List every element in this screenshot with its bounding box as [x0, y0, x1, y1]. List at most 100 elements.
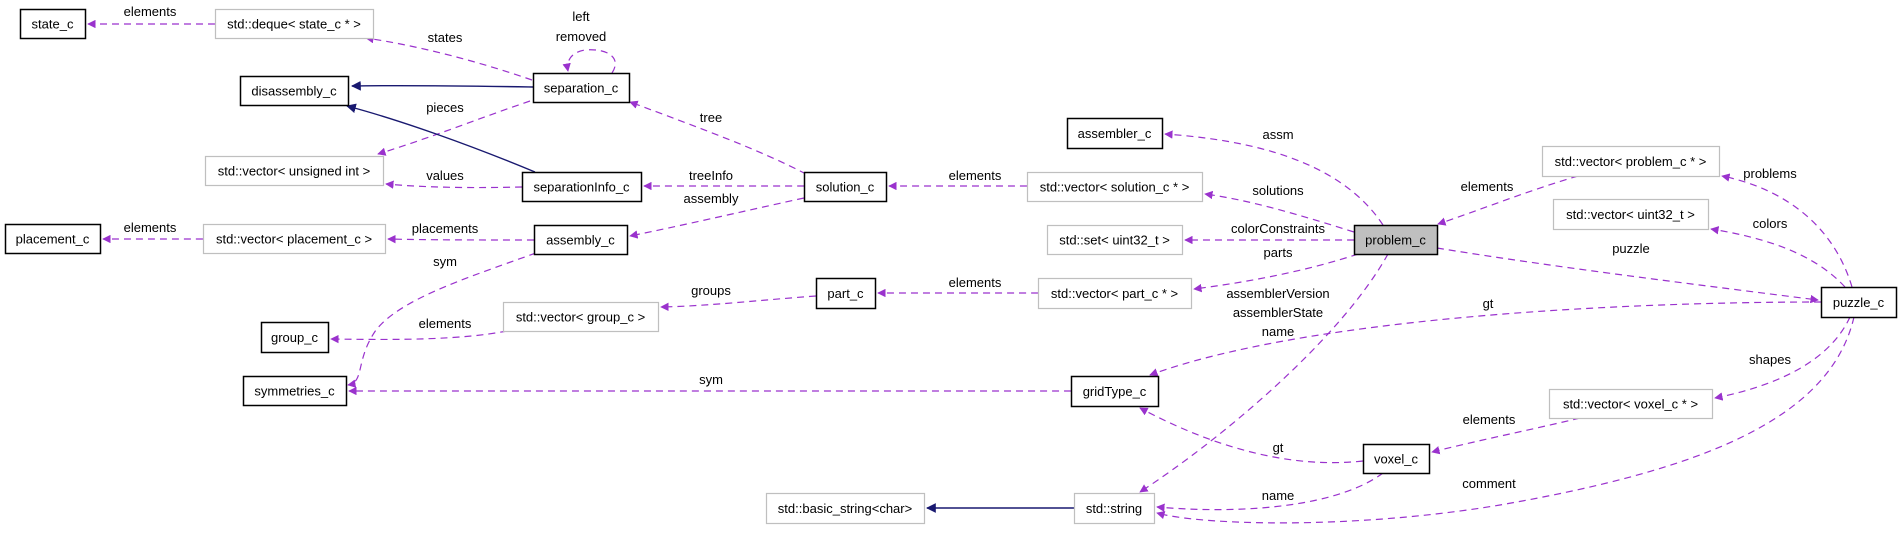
node-label: symmetries_c	[254, 384, 335, 399]
node-label: std::string	[1086, 501, 1142, 516]
nodes-layer: state_c std::deque< state_c * >disassembl…	[4, 8, 1898, 525]
edge-label: name	[1262, 488, 1295, 503]
edge-label: placements	[412, 221, 479, 236]
node-label: std::vector< voxel_c * >	[1563, 397, 1698, 412]
edge-label: elements	[124, 220, 177, 235]
edge-label: comment	[1462, 476, 1516, 491]
node-deque-state[interactable]: std::deque< state_c * >	[214, 8, 375, 40]
edge-label: colorConstraints	[1231, 221, 1325, 236]
edge-label: removed	[556, 29, 607, 44]
node-label: part_c	[827, 286, 864, 301]
edge-label: sym	[433, 254, 457, 269]
edge-label: tree	[700, 110, 722, 125]
node-voxel-c[interactable]: voxel_c	[1362, 443, 1431, 475]
node-label: state_c	[32, 17, 74, 32]
node-vec-group[interactable]: std::vector< group_c >	[502, 301, 660, 333]
node-vec-uint32[interactable]: std::vector< uint32_t >	[1552, 198, 1710, 231]
edge-label: assemblerVersion	[1226, 286, 1329, 301]
edges-layer	[87, 19, 1855, 524]
node-label: std::deque< state_c * >	[227, 17, 361, 32]
node-symmetries-c[interactable]: symmetries_c	[242, 375, 348, 407]
edge-label: elements	[124, 4, 177, 19]
node-label: std::set< uint32_t >	[1059, 233, 1170, 248]
node-label: voxel_c	[1374, 452, 1419, 467]
node-puzzle-c[interactable]: puzzle_c	[1820, 286, 1898, 319]
edge-label: treeInfo	[689, 168, 733, 183]
edge-label: assembly	[684, 191, 739, 206]
edge-label: values	[426, 168, 464, 183]
node-assembly-c[interactable]: assembly_c	[533, 224, 629, 256]
node-label: std::vector< uint32_t >	[1566, 207, 1695, 222]
node-label: std::vector< solution_c * >	[1040, 180, 1190, 195]
node-label: group_c	[271, 330, 318, 345]
node-vec-uint[interactable]: std::vector< unsigned int >	[204, 155, 385, 187]
edge-label: states	[428, 30, 463, 45]
member-edge-vec_group-to-group_c	[330, 330, 508, 344]
node-vec-voxel[interactable]: std::vector< voxel_c * >	[1548, 388, 1714, 420]
edge-label: puzzle	[1612, 241, 1650, 256]
edge-label: colors	[1753, 216, 1788, 231]
node-label: solution_c	[816, 180, 875, 195]
node-label: assembler_c	[1078, 126, 1152, 141]
edge-label: shapes	[1749, 352, 1791, 367]
edge-label: elements	[949, 168, 1002, 183]
node-separation-c[interactable]: separation_c	[532, 72, 631, 104]
edge-label: left	[572, 9, 590, 24]
node-label: separationInfo_c	[533, 180, 630, 195]
node-separationInfo-c[interactable]: separationInfo_c	[521, 171, 643, 203]
node-label: placement_c	[16, 232, 90, 247]
member-edge-assembly_c-to-vec_placement	[387, 234, 535, 244]
edge-label: pieces	[426, 100, 464, 115]
node-label: std::vector< placement_c >	[216, 232, 372, 247]
node-basic-string[interactable]: std::basic_string<char>	[765, 492, 926, 525]
edge-label: gt	[1273, 440, 1284, 455]
edge-label: parts	[1264, 245, 1293, 260]
edge-label: elements	[419, 316, 472, 331]
member-edge-voxel_c-to-gridType_c	[1139, 407, 1364, 464]
member-edge-part_c-to-vec_group	[660, 295, 817, 312]
node-label: std::vector< group_c >	[516, 310, 645, 325]
node-state-c[interactable]: state_c	[19, 8, 87, 40]
node-vec-part[interactable]: std::vector< part_c * >	[1037, 277, 1193, 310]
node-label: std::vector< unsigned int >	[218, 164, 370, 179]
edge-label: gt	[1483, 296, 1494, 311]
node-vec-solution[interactable]: std::vector< solution_c * >	[1026, 171, 1204, 203]
collaboration-diagram: state_c std::deque< state_c * >disassembl…	[4, 4, 1898, 525]
node-disassembly-c[interactable]: disassembly_c	[239, 75, 350, 107]
edge-label: sym	[699, 372, 723, 387]
node-vec-placement[interactable]: std::vector< placement_c >	[202, 223, 387, 255]
node-label: gridType_c	[1083, 384, 1147, 399]
edge-label: groups	[691, 283, 731, 298]
edge-label: elements	[1461, 179, 1514, 194]
inheritance-edge-separation_c-to-disassembly_c	[351, 80, 534, 91]
node-group-c[interactable]: group_c	[260, 321, 330, 354]
edge-label: assm	[1262, 127, 1293, 142]
node-assembler-c[interactable]: assembler_c	[1066, 117, 1164, 150]
node-label: disassembly_c	[251, 84, 337, 99]
node-set-uint32[interactable]: std::set< uint32_t >	[1046, 224, 1184, 256]
member-edge-separationInfo_c-to-vec_uint	[385, 180, 523, 189]
node-placement-c[interactable]: placement_c	[4, 223, 102, 255]
node-label: std::vector< problem_c * >	[1555, 154, 1707, 169]
node-label: puzzle_c	[1833, 295, 1885, 310]
node-part-c[interactable]: part_c	[815, 277, 877, 310]
node-label: assembly_c	[546, 233, 615, 248]
node-std-string[interactable]: std::string	[1073, 492, 1156, 525]
node-label: problem_c	[1365, 233, 1426, 248]
node-gridType-c[interactable]: gridType_c	[1070, 375, 1160, 408]
member-edge-separation_c-to-separation_c	[562, 49, 616, 74]
member-edge-puzzle_c-to-vec_problem	[1721, 173, 1853, 288]
node-problem-c: problem_c	[1353, 224, 1439, 256]
edge-label: name	[1262, 324, 1295, 339]
edge-label: elements	[949, 275, 1002, 290]
node-label: std::basic_string<char>	[778, 501, 912, 516]
edge-label: assemblerState	[1233, 305, 1323, 320]
node-vec-problem[interactable]: std::vector< problem_c * >	[1541, 145, 1721, 178]
node-label: std::vector< part_c * >	[1051, 286, 1178, 301]
edge-label: elements	[1463, 412, 1516, 427]
edge-label: solutions	[1252, 183, 1304, 198]
edge-label: problems	[1743, 166, 1797, 181]
member-edge-puzzle_c-to-vec_uint32	[1710, 226, 1846, 288]
node-label: separation_c	[544, 81, 619, 96]
node-solution-c[interactable]: solution_c	[803, 171, 888, 203]
